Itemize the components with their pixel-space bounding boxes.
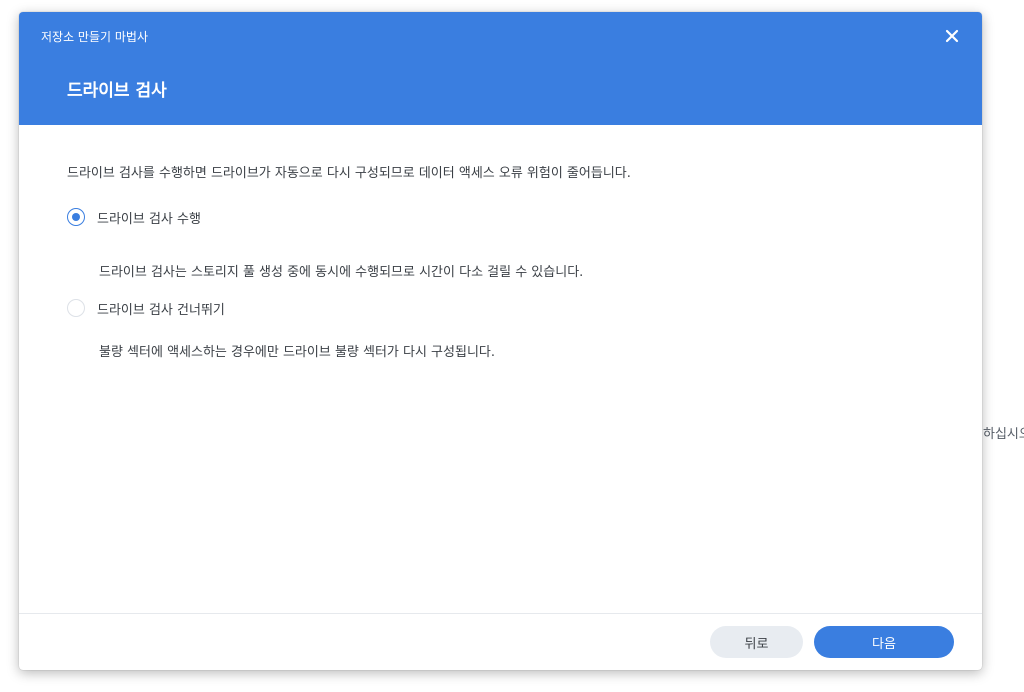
back-button[interactable]: 뒤로	[710, 626, 803, 658]
intro-text: 드라이브 검사를 수행하면 드라이브가 자동으로 다시 구성되므로 데이터 액세…	[67, 166, 631, 181]
option-skip-check-label[interactable]: 드라이브 검사 건너뛰기	[97, 299, 225, 318]
background-partial-text: 하십시오	[983, 427, 1024, 442]
step-title: 드라이브 검사	[67, 81, 167, 101]
footer-divider	[19, 613, 982, 614]
option-skip-check[interactable]: 드라이브 검사 건너뛰기	[67, 298, 225, 318]
dialog-header: 저장소 만들기 마법사 드라이브 검사	[19, 12, 982, 125]
option-perform-check-description: 드라이브 검사는 스토리지 풀 생성 중에 동시에 수행되므로 시간이 다소 걸…	[99, 265, 584, 280]
storage-wizard-dialog: 저장소 만들기 마법사 드라이브 검사 드라이브 검사를 수행하면 드라이브가 …	[19, 12, 982, 670]
radio-perform-check[interactable]	[67, 208, 85, 226]
close-icon	[940, 24, 964, 48]
wizard-title: 저장소 만들기 마법사	[41, 30, 148, 44]
option-perform-check[interactable]: 드라이브 검사 수행	[67, 207, 201, 227]
option-perform-check-label[interactable]: 드라이브 검사 수행	[97, 208, 201, 227]
close-button[interactable]	[940, 24, 964, 48]
option-skip-check-description: 불량 섹터에 액세스하는 경우에만 드라이브 불량 섹터가 다시 구성됩니다.	[99, 345, 495, 360]
radio-skip-check[interactable]	[67, 299, 85, 317]
next-button[interactable]: 다음	[814, 626, 954, 658]
